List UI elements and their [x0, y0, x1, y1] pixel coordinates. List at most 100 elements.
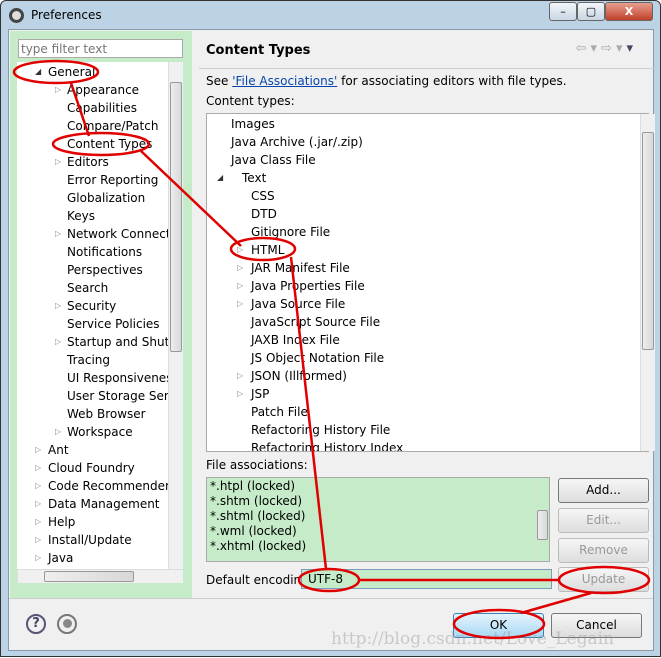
tree-item[interactable]: Service Policies [67, 315, 160, 333]
tree-item[interactable]: ▷ Code Recommenders [35, 477, 176, 495]
tree-item[interactable]: Web Browser [67, 405, 146, 423]
filter-input[interactable] [18, 39, 183, 58]
maximize-button[interactable]: ▢ [577, 2, 605, 21]
collapsed-arrow-icon[interactable]: ▷ [35, 549, 45, 567]
tree-item[interactable]: ▷Startup and Shutdown [55, 333, 183, 351]
tree-item[interactable]: ▷ JSP [237, 385, 269, 403]
file-association-item[interactable]: *.xhtml (locked) [210, 539, 306, 554]
collapsed-arrow-icon[interactable]: ▷ [55, 153, 65, 171]
tree-item[interactable]: DTD [251, 205, 277, 223]
file-associations-link[interactable]: 'File Associations' [232, 74, 337, 88]
tree-item[interactable]: ▷ Help [35, 513, 75, 531]
close-button[interactable]: X [605, 2, 653, 21]
collapsed-arrow-icon[interactable]: ▷ [35, 477, 45, 495]
minimize-button[interactable]: – [549, 2, 577, 21]
tree-item[interactable]: ▷ Appearance [55, 81, 139, 99]
tree-item[interactable]: Java Archive (.jar/.zip) [231, 133, 363, 151]
collapsed-arrow-icon[interactable]: ▷ [55, 225, 65, 243]
default-encoding-input[interactable]: UTF-8 [301, 569, 552, 589]
tree-item[interactable]: JavaScript Source File [251, 313, 380, 331]
tree-item[interactable]: ▷ Ant [35, 441, 69, 459]
tree-item[interactable]: ▷ Cloud Foundry [35, 459, 135, 477]
tree-item[interactable]: ▷ Java Source File [237, 295, 345, 313]
tree-item[interactable]: ▷ Install/Update [35, 531, 132, 549]
tree-item[interactable]: Keys [67, 207, 95, 225]
file-association-item[interactable]: *.wml (locked) [210, 524, 297, 539]
tree-item[interactable]: User Storage Service [67, 387, 183, 405]
tree-item[interactable]: Compare/Patch [67, 117, 158, 135]
tree-item[interactable]: Patch File [251, 403, 308, 421]
scroll-thumb[interactable] [44, 571, 134, 582]
default-encoding-label: Default encoding: [206, 573, 313, 587]
expanded-arrow-icon[interactable]: ◢ [35, 63, 45, 81]
tree-item[interactable]: ▷ JSON (Illformed) [237, 367, 347, 385]
tree-item[interactable]: ▷ Editors [55, 153, 109, 171]
tree-item[interactable]: Capabilities [67, 99, 137, 117]
collapsed-arrow-icon[interactable]: ▷ [35, 513, 45, 531]
file-association-item[interactable]: *.shtml (locked) [210, 509, 305, 524]
collapsed-arrow-icon[interactable]: ▷ [55, 81, 65, 99]
collapsed-arrow-icon[interactable]: ▷ [237, 367, 247, 385]
tree-item[interactable]: UI Responsiveness Monitoring [67, 369, 183, 387]
add-button[interactable]: Add... [558, 478, 649, 503]
tree-item[interactable]: JAXB Index File [251, 331, 340, 349]
expanded-arrow-icon[interactable]: ◢ [217, 169, 227, 187]
collapsed-arrow-icon[interactable]: ▷ [55, 423, 65, 441]
collapsed-arrow-icon[interactable]: ▷ [35, 531, 45, 549]
collapsed-arrow-icon[interactable]: ▷ [237, 295, 247, 313]
tree-item-label: Java Archive (.jar/.zip) [231, 135, 363, 149]
tree-item[interactable]: Error Reporting [67, 171, 158, 189]
tree-item[interactable]: Content Types [67, 135, 152, 153]
tree-item[interactable]: ▷ Java [35, 549, 73, 567]
tree-item[interactable]: Perspectives [67, 261, 143, 279]
tree-item[interactable]: Tracing [67, 351, 110, 369]
file-association-item[interactable]: *.shtm (locked) [210, 494, 302, 509]
edit-button[interactable]: Edit... [558, 508, 649, 533]
tree-item[interactable]: ▷ Data Management [35, 495, 160, 513]
collapsed-arrow-icon[interactable]: ▷ [55, 297, 65, 315]
tree-item[interactable]: ▷ Java Properties File [237, 277, 365, 295]
file-associations-scrollbar[interactable] [536, 478, 549, 561]
tree-item[interactable]: Refactoring History Index [251, 439, 403, 451]
tree-vertical-scrollbar[interactable] [168, 62, 183, 569]
collapsed-arrow-icon[interactable]: ▷ [237, 277, 247, 295]
scroll-thumb[interactable] [642, 132, 654, 350]
collapsed-arrow-icon[interactable]: ▷ [35, 495, 45, 513]
import-export-icon[interactable] [57, 614, 77, 634]
tree-item[interactable]: ▷ Security [55, 297, 116, 315]
tree-item[interactable]: Notifications [67, 243, 142, 261]
remove-button[interactable]: Remove [558, 538, 649, 563]
tree-horizontal-scrollbar[interactable] [17, 569, 183, 583]
scroll-thumb[interactable] [537, 510, 548, 540]
forward-icon[interactable]: ⇨▾ [601, 41, 626, 56]
scroll-thumb[interactable] [170, 82, 182, 352]
tree-item[interactable]: ◢ General [35, 63, 95, 81]
tree-item[interactable]: Images [231, 115, 275, 133]
collapsed-arrow-icon[interactable]: ▷ [237, 259, 247, 277]
tree-item[interactable]: Search [67, 279, 108, 297]
tree-item[interactable]: CSS [251, 187, 275, 205]
collapsed-arrow-icon[interactable]: ▷ [55, 333, 65, 351]
tree-item[interactable]: Globalization [67, 189, 145, 207]
tree-item[interactable]: Refactoring History File [251, 421, 390, 439]
file-association-item[interactable]: *.htpl (locked) [210, 479, 295, 494]
menu-icon[interactable]: ▾ [626, 41, 637, 56]
tree-item-label: JAR Manifest File [251, 261, 350, 275]
tree-item[interactable]: ▷ Network Connections [55, 225, 183, 243]
collapsed-arrow-icon[interactable]: ▷ [237, 241, 247, 259]
tree-item[interactable]: Java Class File [231, 151, 316, 169]
collapsed-arrow-icon[interactable]: ▷ [35, 459, 45, 477]
tree-item[interactable]: ▷ Workspace [55, 423, 133, 441]
tree-item[interactable]: JS Object Notation File [251, 349, 384, 367]
tree-item[interactable]: ▷ HTML [237, 241, 284, 259]
back-icon[interactable]: ⇦▾ [576, 41, 601, 56]
navigation-arrows[interactable]: ⇦▾⇨▾▾ [576, 41, 637, 56]
collapsed-arrow-icon[interactable]: ▷ [35, 441, 45, 459]
tree-item[interactable]: Gitignore File [251, 223, 330, 241]
collapsed-arrow-icon[interactable]: ▷ [237, 385, 247, 403]
update-button[interactable]: Update [558, 567, 649, 592]
help-icon[interactable]: ? [26, 614, 46, 634]
tree-item[interactable]: ▷ JAR Manifest File [237, 259, 350, 277]
content-types-scrollbar[interactable] [640, 114, 655, 451]
tree-item[interactable]: ◢ Text [217, 169, 266, 187]
